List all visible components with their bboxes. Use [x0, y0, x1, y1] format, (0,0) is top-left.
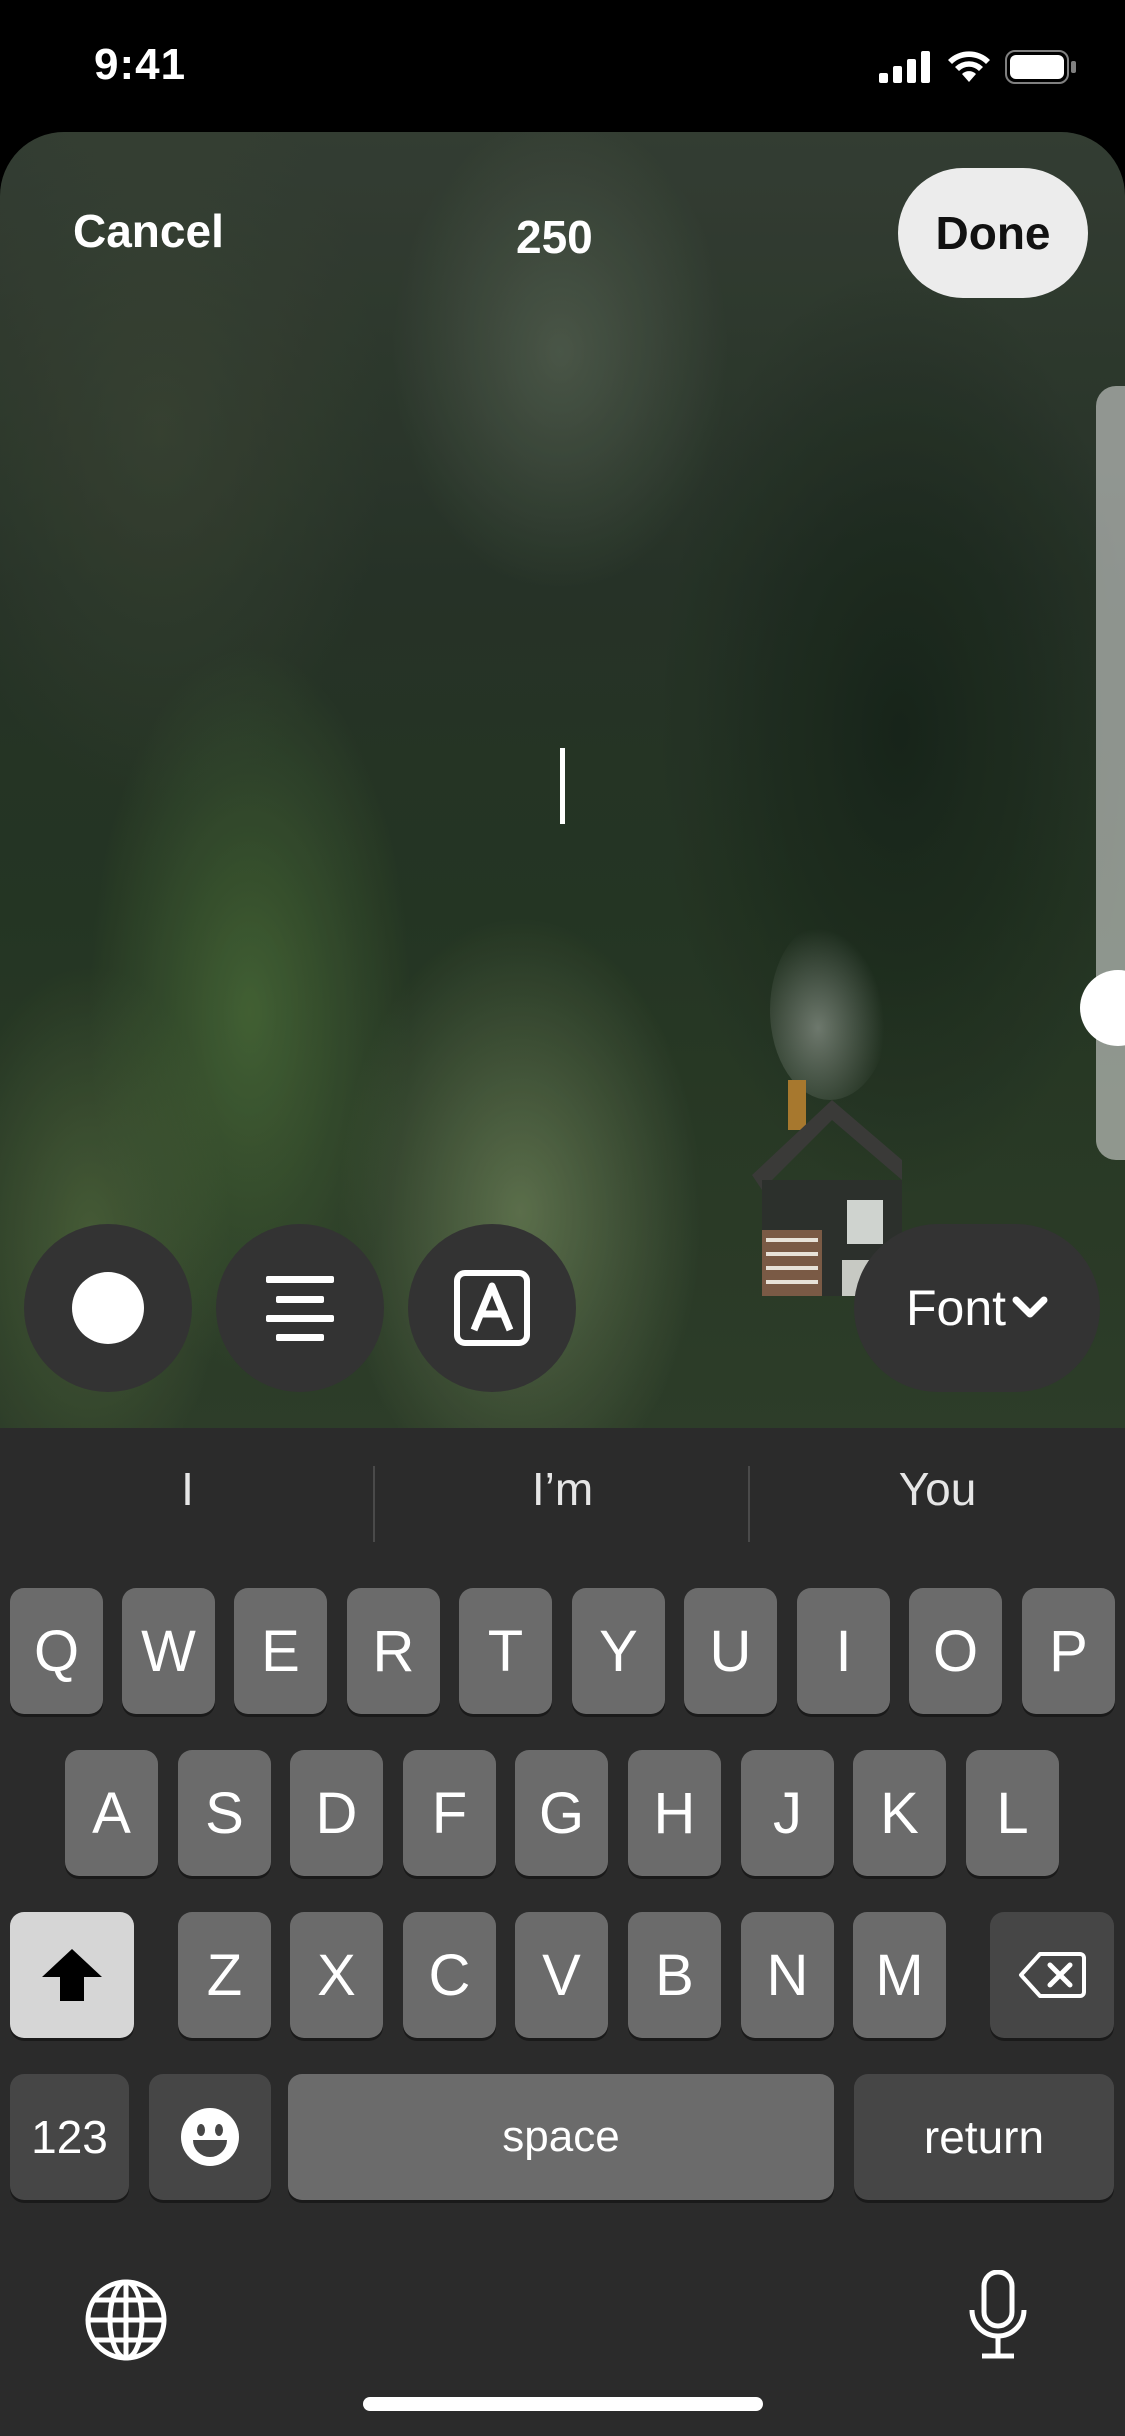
font-button[interactable]: Font	[854, 1224, 1100, 1392]
font-button-label: Font	[905, 1280, 1007, 1336]
return-key[interactable]: return	[854, 2074, 1114, 2200]
suggestion-item[interactable]: I	[0, 1462, 375, 1516]
key-i[interactable]: I	[797, 1588, 890, 1714]
color-dot-icon	[72, 1272, 144, 1344]
status-icons	[879, 50, 1077, 84]
key-t[interactable]: T	[459, 1588, 552, 1714]
shift-arrow-icon	[42, 1949, 102, 2001]
space-key[interactable]: space	[288, 2074, 834, 2200]
suggestion-item[interactable]: You	[750, 1462, 1125, 1516]
key-u[interactable]: U	[684, 1588, 777, 1714]
microphone-icon[interactable]	[966, 2270, 1030, 2360]
shift-key[interactable]	[10, 1912, 134, 2038]
key-e[interactable]: E	[234, 1588, 327, 1714]
key-p[interactable]: P	[1022, 1588, 1115, 1714]
keyboard: I I’m You Q W E R T Y U I O P A S D F G …	[0, 1428, 1125, 2436]
key-g[interactable]: G	[515, 1750, 608, 1876]
battery-icon	[1005, 50, 1076, 84]
text-align-button[interactable]	[216, 1224, 384, 1392]
key-z[interactable]: Z	[178, 1912, 271, 2038]
emoji-key[interactable]	[149, 2074, 271, 2200]
character-count: 250	[516, 211, 593, 263]
done-button[interactable]: Done	[898, 168, 1088, 298]
predictive-text-bar: I I’m You	[0, 1428, 1125, 1578]
key-l[interactable]: L	[966, 1750, 1059, 1876]
key-q[interactable]: Q	[10, 1588, 103, 1714]
cellular-signal-icon	[879, 51, 930, 83]
key-a[interactable]: A	[65, 1750, 158, 1876]
chevron-down-icon	[1012, 1296, 1048, 1318]
key-h[interactable]: H	[628, 1750, 721, 1876]
emoji-icon	[181, 2108, 239, 2166]
key-x[interactable]: X	[290, 1912, 383, 2038]
status-bar: 9:41	[0, 0, 1125, 132]
cancel-button[interactable]: Cancel	[73, 204, 224, 258]
text-background-button[interactable]	[408, 1224, 576, 1392]
home-indicator	[363, 2397, 763, 2411]
key-s[interactable]: S	[178, 1750, 271, 1876]
backspace-icon	[1019, 1952, 1086, 1998]
key-w[interactable]: W	[122, 1588, 215, 1714]
key-j[interactable]: J	[741, 1750, 834, 1876]
key-n[interactable]: N	[741, 1912, 834, 2038]
key-r[interactable]: R	[347, 1588, 440, 1714]
suggestion-item[interactable]: I’m	[375, 1462, 750, 1516]
editor-top-bar: Cancel 250 Done	[0, 132, 1125, 312]
align-center-icon	[266, 1276, 334, 1341]
numbers-key[interactable]: 123	[10, 2074, 129, 2200]
delete-key[interactable]	[990, 1912, 1114, 2038]
key-m[interactable]: M	[853, 1912, 946, 2038]
status-time: 9:41	[94, 40, 187, 89]
key-y[interactable]: Y	[572, 1588, 665, 1714]
color-picker-button[interactable]	[24, 1224, 192, 1392]
key-d[interactable]: D	[290, 1750, 383, 1876]
text-style-icon	[454, 1270, 530, 1346]
key-k[interactable]: K	[853, 1750, 946, 1876]
chimney-smoke	[770, 920, 890, 1100]
key-c[interactable]: C	[403, 1912, 496, 2038]
wifi-icon	[948, 51, 990, 82]
globe-icon[interactable]	[84, 2278, 168, 2362]
text-cursor[interactable]	[560, 748, 565, 824]
key-f[interactable]: F	[403, 1750, 496, 1876]
key-o[interactable]: O	[909, 1588, 1002, 1714]
key-b[interactable]: B	[628, 1912, 721, 2038]
key-v[interactable]: V	[515, 1912, 608, 2038]
